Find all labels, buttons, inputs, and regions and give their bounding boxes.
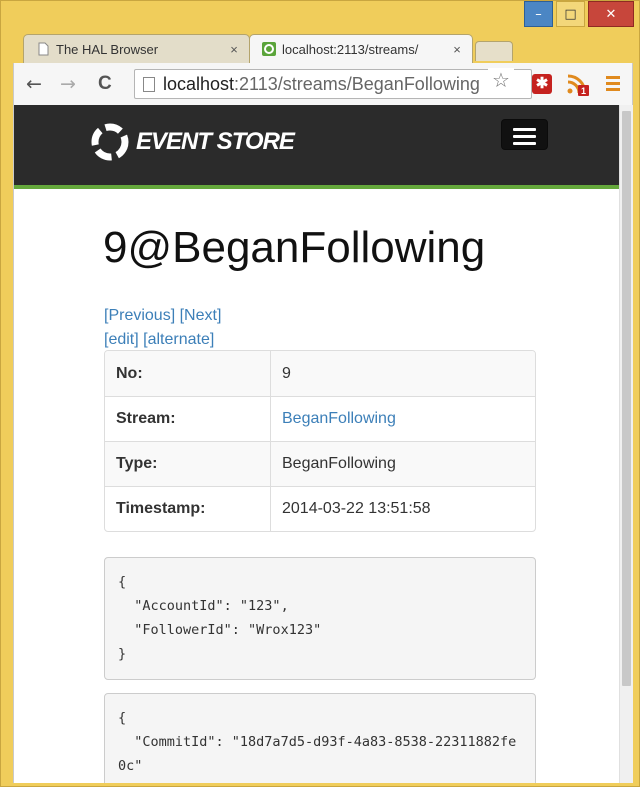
row-value: BeganFollowing — [271, 441, 535, 486]
page-viewport: EVENT STORE 9@BeganFollowing [Previous] … — [13, 105, 633, 783]
row-label: Stream: — [105, 396, 271, 441]
address-bar[interactable]: localhost:2113/streams/BeganFollowing — [134, 69, 532, 99]
event-data-json: { "AccountId": "123", "FollowerId": "Wro… — [104, 557, 536, 680]
page-icon — [36, 42, 50, 56]
rss-icon[interactable]: 1 — [566, 73, 590, 97]
row-label: No: — [105, 351, 271, 396]
tab-title: The HAL Browser — [56, 41, 159, 57]
tab-event-stream[interactable]: localhost:2113/streams/ × — [249, 34, 473, 63]
row-value: 9 — [271, 351, 535, 396]
tab-close-icon[interactable]: × — [448, 42, 466, 57]
minimize-button[interactable]: – — [524, 1, 553, 27]
row-value: 2014-03-22 13:51:58 — [271, 486, 535, 531]
previous-link[interactable]: [Previous] — [104, 307, 175, 324]
tab-close-icon[interactable]: × — [225, 42, 243, 57]
browser-toolbar: ← → C localhost:2113/streams/BeganFollow… — [13, 63, 633, 105]
alternate-link[interactable]: [alternate] — [143, 331, 214, 348]
site-header: EVENT STORE — [14, 105, 620, 189]
maximize-button[interactable]: □ — [556, 1, 585, 27]
new-tab-button[interactable] — [475, 41, 513, 61]
site-logo[interactable]: EVENT STORE — [90, 122, 295, 162]
url-text: localhost:2113/streams/BeganFollowing — [163, 73, 480, 94]
event-metadata-json: { "CommitId": "18d7a7d5-d93f-4a83-8538-2… — [104, 693, 536, 783]
forward-arrow-icon[interactable]: → — [60, 73, 76, 95]
browser-window: – □ ✕ The HAL Browser × localhost:2113/s… — [0, 0, 640, 787]
stream-link[interactable]: BeganFollowing — [282, 410, 396, 427]
row-value: BeganFollowing — [271, 396, 535, 441]
vertical-scrollbar[interactable] — [619, 105, 633, 783]
extension-icon[interactable]: ✱ — [532, 74, 552, 94]
chrome-menu-icon[interactable] — [606, 76, 620, 94]
nav-toggle-button[interactable] — [501, 119, 548, 150]
rss-badge-count: 1 — [581, 86, 586, 96]
eventstore-logo-icon — [91, 123, 129, 161]
title-bar: – □ ✕ — [1, 1, 640, 37]
event-links: [Previous] [Next] [edit] [alternate] — [104, 304, 221, 352]
page-icon — [143, 76, 155, 92]
table-row: No: 9 — [105, 351, 535, 396]
page-title: 9@BeganFollowing — [103, 223, 486, 272]
row-label: Timestamp: — [105, 486, 271, 531]
next-link[interactable]: [Next] — [180, 307, 222, 324]
table-row: Type: BeganFollowing — [105, 441, 535, 486]
table-row: Timestamp: 2014-03-22 13:51:58 — [105, 486, 535, 531]
eventstore-favicon-icon — [262, 42, 276, 56]
edit-link[interactable]: [edit] — [104, 331, 139, 348]
row-label: Type: — [105, 441, 271, 486]
reload-icon[interactable]: C — [98, 73, 112, 95]
back-arrow-icon[interactable]: ← — [26, 73, 42, 95]
table-row: Stream: BeganFollowing — [105, 396, 535, 441]
close-window-button[interactable]: ✕ — [588, 1, 634, 27]
tab-title: localhost:2113/streams/ — [282, 41, 419, 57]
event-details-table: No: 9 Stream: BeganFollowing Type: Began… — [104, 350, 536, 532]
logo-text: EVENT STORE — [136, 128, 295, 155]
scrollbar-thumb[interactable] — [622, 111, 631, 686]
bookmark-star-icon[interactable]: ☆ — [488, 68, 514, 92]
tab-hal-browser[interactable]: The HAL Browser × — [23, 34, 250, 63]
